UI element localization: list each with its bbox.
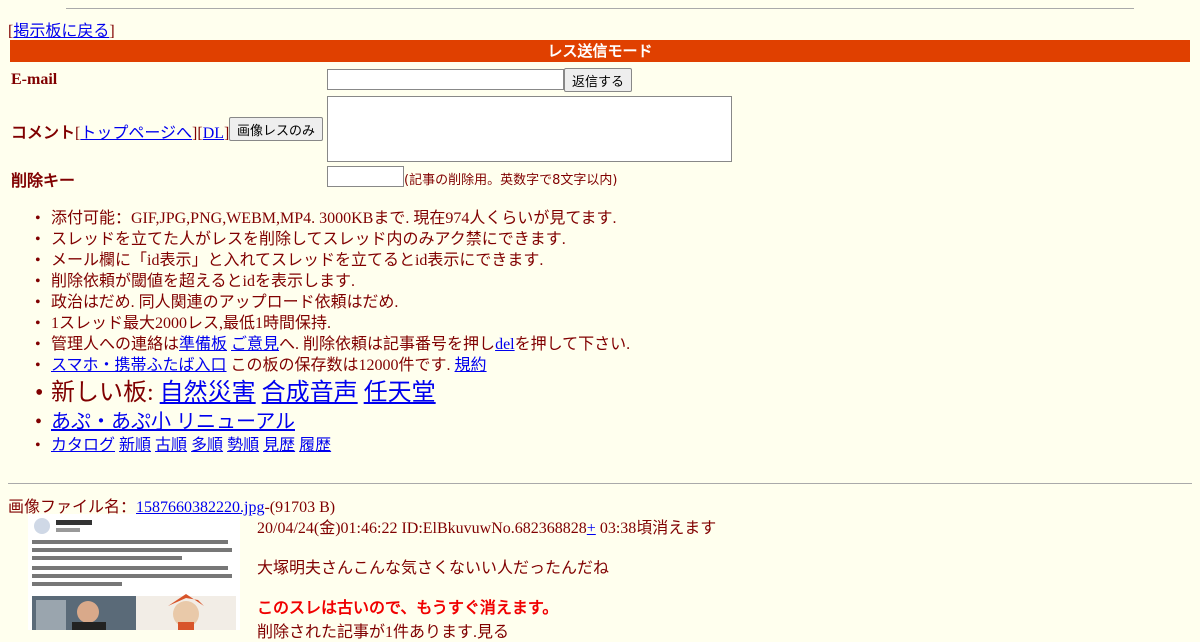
rule-mobile: スマホ・携帯ふたば入口 この板の保存数は12000件です. 規約 xyxy=(35,355,630,376)
comment-label: コメント xyxy=(11,125,76,142)
sort-momentum-link[interactable]: 勢順 xyxy=(227,437,259,454)
back-nav: [掲示板に戻る] xyxy=(8,17,115,41)
post-body: 大塚明夫さんこんな気さくないい人だったんだね xyxy=(257,560,610,577)
email-label: E-mail xyxy=(11,71,58,88)
delete-key-label: 削除キー xyxy=(11,173,76,190)
comment-row: コメント[トップページへ][DL] xyxy=(11,119,229,143)
bracket: ][ xyxy=(192,125,203,142)
sort-old-link[interactable]: 古順 xyxy=(155,437,187,454)
expire-time: 03:38頃消えます xyxy=(595,520,717,537)
new-boards: 新しい板: 自然災害 合成音声 任天堂 xyxy=(35,379,630,408)
bracket: ] xyxy=(109,23,115,40)
rule-text: へ. 削除依頼は記事番号を押し xyxy=(279,336,496,353)
thread-post: 20/04/24(金)01:46:22 ID:ElBkuvuwNo.682368… xyxy=(257,514,716,642)
submit-reply-button[interactable]: 返信する xyxy=(564,68,632,92)
rule-delete-threshold: 削除依頼が閾値を超えるとidを表示します. xyxy=(35,271,630,292)
view-history-link[interactable]: 見歴 xyxy=(263,437,295,454)
rule-id-display: メール欄に「id表示」と入れてスレッドを立てるとid表示にできます. xyxy=(35,250,630,271)
delete-key-field[interactable] xyxy=(327,166,404,187)
sort-new-link[interactable]: 新順 xyxy=(119,437,151,454)
apu-renewal-link[interactable]: あぷ・あぷ小 リニューアル xyxy=(51,411,295,433)
post-header: 20/04/24(金)01:46:22 ID:ElBkuvuwNo.682368… xyxy=(257,514,716,538)
post-date-id: 20/04/24(金)01:46:22 ID:ElBkuvuwNo.682368… xyxy=(257,520,587,537)
rule-text: を押して下さい. xyxy=(514,336,631,353)
board-link-synth-voice[interactable]: 合成音声 xyxy=(262,380,358,406)
rule-text: 管理人への連絡は xyxy=(51,336,180,353)
deleted-posts-note: 削除された記事が1件あります.見る xyxy=(257,624,510,641)
back-to-board-link[interactable]: 掲示板に戻る xyxy=(13,23,109,40)
rule-politics: 政治はだめ. 同人関連のアップロード依頼はだめ. xyxy=(35,292,630,313)
catalog-links: カタログ 新順 古順 多順 勢順 見歴 履歴 xyxy=(35,435,630,456)
rule-thread-limit: 1スレッド最大2000レス,最低1時間保持. xyxy=(35,313,630,334)
tweet-screenshot-image xyxy=(28,514,240,630)
email-field[interactable] xyxy=(327,69,564,90)
sod-plus-link[interactable]: + xyxy=(587,520,596,537)
catalog-link[interactable]: カタログ xyxy=(51,437,115,454)
board-link-disaster[interactable]: 自然災害 xyxy=(160,380,256,406)
comment-textarea[interactable] xyxy=(327,96,732,162)
rule-thread-ban: スレッドを立てた人がレスを削除してスレッド内のみアク禁にできます. xyxy=(35,229,630,250)
dl-link[interactable]: DL xyxy=(203,125,224,142)
feedback-link[interactable]: ご意見 xyxy=(231,336,279,353)
del-link[interactable]: del xyxy=(495,336,515,353)
old-thread-warning: このスレは古いので、もうすぐ消えます。 xyxy=(257,600,559,617)
board-rules-list: 添付可能：GIF,JPG,PNG,WEBM,MP4. 3000KBまで. 現在9… xyxy=(35,208,631,456)
apu-renewal: あぷ・あぷ小 リニューアル xyxy=(35,410,630,435)
terms-link[interactable]: 規約 xyxy=(455,357,487,374)
new-boards-label: 新しい板: xyxy=(51,380,160,406)
reply-mode-header: レス送信モード xyxy=(10,40,1190,62)
top-page-link[interactable]: トップページへ xyxy=(80,125,192,142)
image-only-button[interactable]: 画像レスのみ xyxy=(229,117,323,141)
mobile-entrance-link[interactable]: スマホ・携帯ふたば入口 xyxy=(51,357,227,374)
thread-image-thumbnail[interactable] xyxy=(28,514,240,630)
board-link-nintendo[interactable]: 任天堂 xyxy=(364,380,436,406)
top-divider xyxy=(66,8,1134,9)
delete-key-hint: (記事の削除用。英数字で8文字以内) xyxy=(404,173,618,188)
prep-board-link[interactable]: 準備板 xyxy=(179,336,227,353)
post-history-link[interactable]: 履歴 xyxy=(299,437,331,454)
rule-contact: 管理人への連絡は準備板 ご意見へ. 削除依頼は記事番号を押しdelを押して下さい… xyxy=(35,334,631,355)
thread-divider xyxy=(8,483,1192,484)
rule-text: この板の保存数は12000件です. xyxy=(226,357,455,374)
sort-many-link[interactable]: 多順 xyxy=(191,437,223,454)
rule-attachments: 添付可能：GIF,JPG,PNG,WEBM,MP4. 3000KBまで. 現在9… xyxy=(35,208,630,229)
